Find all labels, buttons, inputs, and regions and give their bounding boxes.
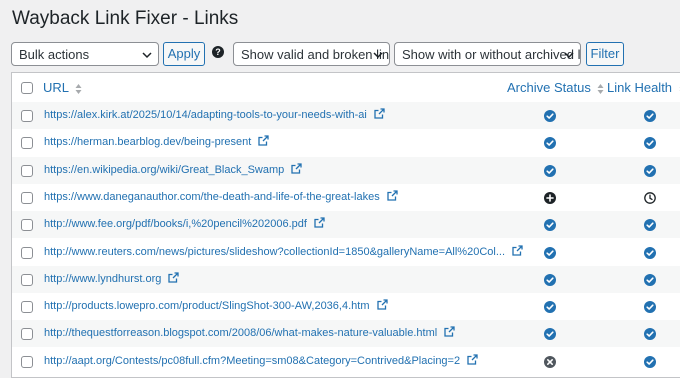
row-url-link[interactable]: http://aapt.org/Contests/pc08full.cfm?Me… xyxy=(44,354,478,369)
column-header-url-label: URL xyxy=(43,80,69,95)
link-health-check-circle-icon xyxy=(644,300,656,314)
row-checkbox[interactable] xyxy=(21,219,33,232)
archive-filter-select[interactable]: Show with or without archived link xyxy=(394,42,581,66)
table-header: URL Archive Status Link Health xyxy=(12,73,680,103)
row-url-link[interactable]: https://en.wikipedia.org/wiki/Great_Blac… xyxy=(44,162,302,178)
link-health-clock-icon xyxy=(644,191,656,204)
link-health-check-circle-icon xyxy=(644,246,656,259)
row-url-link[interactable]: https://www.daneganauthor.com/the-death-… xyxy=(44,190,398,205)
external-link-icon[interactable] xyxy=(168,272,180,283)
column-header-archive-status[interactable]: Archive Status xyxy=(507,80,604,96)
filter-button[interactable]: Filter xyxy=(586,42,624,66)
help-icon[interactable]: ? xyxy=(212,46,224,58)
row-url-text: https://herman.bearblog.dev/being-presen… xyxy=(44,136,252,149)
page-title: Wayback Link Fixer - Links xyxy=(12,8,239,29)
row-checkbox[interactable] xyxy=(21,137,33,150)
link-health-check-circle-icon xyxy=(644,164,656,177)
external-link-icon[interactable] xyxy=(291,162,302,174)
external-link-icon[interactable] xyxy=(387,190,398,201)
table-row: https://www.daneganauthor.com/the-death-… xyxy=(12,184,680,211)
row-url-link[interactable]: http://thequestforreason.blogspot.com/20… xyxy=(44,326,455,341)
table-row: http://www.reuters.com/news/pictures/sli… xyxy=(12,239,680,266)
row-url-text: http://aapt.org/Contests/pc08full.cfm?Me… xyxy=(44,354,461,367)
row-url-text: http://thequestforreason.blogspot.com/20… xyxy=(44,327,438,340)
sort-icon xyxy=(75,83,82,94)
archive-status-x-circle-icon xyxy=(544,355,556,368)
table-row: http://thequestforreason.blogspot.com/20… xyxy=(12,320,680,348)
link-health-check-circle-icon xyxy=(644,218,656,232)
row-url-text: http://products.lowepro.com/product/Slin… xyxy=(44,300,370,313)
row-url-link[interactable]: http://www.lyndhurst.org xyxy=(44,272,180,287)
table-row: https://herman.bearblog.dev/being-presen… xyxy=(12,129,680,156)
row-checkbox[interactable] xyxy=(21,110,33,122)
row-checkbox[interactable] xyxy=(21,246,33,259)
links-table: URL Archive Status Link Health https://a… xyxy=(11,72,680,378)
archive-status-check-circle-icon xyxy=(544,218,556,232)
row-url-text: http://www.lyndhurst.org xyxy=(44,272,162,285)
sort-icon xyxy=(597,83,604,94)
row-checkbox[interactable] xyxy=(21,273,33,286)
row-url-text: http://www.fee.org/pdf/books/i,%20pencil… xyxy=(44,218,307,231)
row-url-text: https://en.wikipedia.org/wiki/Great_Blac… xyxy=(44,163,285,176)
link-health-check-circle-icon xyxy=(644,355,656,368)
validity-filter-select[interactable]: Show valid and broken links xyxy=(233,42,390,66)
chevron-down-icon xyxy=(142,52,152,59)
link-health-check-circle-icon xyxy=(644,327,656,341)
row-url-link[interactable]: https://alex.kirk.at/2025/10/14/adapting… xyxy=(44,108,385,123)
archive-status-check-circle-icon xyxy=(544,246,556,259)
select-all-checkbox[interactable] xyxy=(21,82,33,94)
row-url-text: https://www.daneganauthor.com/the-death-… xyxy=(44,190,380,203)
archive-filter-value: Show with or without archived link xyxy=(402,47,581,62)
archive-status-check-circle-icon xyxy=(544,273,556,286)
table-row: http://aapt.org/Contests/pc08full.cfm?Me… xyxy=(12,348,680,375)
apply-button[interactable]: Apply xyxy=(163,42,205,66)
row-url-link[interactable]: http://products.lowepro.com/product/Slin… xyxy=(44,299,388,314)
link-health-check-circle-icon xyxy=(644,109,656,122)
archive-status-check-circle-icon xyxy=(544,109,556,122)
table-row: http://www.fee.org/pdf/books/i,%20pencil… xyxy=(12,211,680,239)
column-header-archive-status-label: Archive Status xyxy=(507,80,591,95)
validity-filter-value: Show valid and broken links xyxy=(241,47,390,62)
row-url-link[interactable]: http://www.reuters.com/news/pictures/sli… xyxy=(44,244,523,260)
external-link-icon[interactable] xyxy=(314,217,325,228)
table-row: http://www.lyndhurst.org xyxy=(12,265,680,293)
archive-status-check-circle-icon xyxy=(544,300,556,314)
column-header-link-health-label: Link Health xyxy=(607,80,673,95)
row-checkbox[interactable] xyxy=(21,191,33,204)
link-health-check-circle-icon xyxy=(644,136,656,150)
archive-status-check-circle-icon xyxy=(544,164,556,177)
table-toolbar: Bulk actions Apply ? Show valid and brok… xyxy=(0,42,680,68)
row-checkbox[interactable] xyxy=(21,355,33,368)
external-link-icon[interactable] xyxy=(444,326,455,338)
column-header-url[interactable]: URL xyxy=(43,80,82,96)
chevron-down-icon xyxy=(373,52,383,59)
bulk-actions-select[interactable]: Bulk actions xyxy=(11,42,159,66)
row-checkbox[interactable] xyxy=(21,164,33,177)
external-link-icon[interactable] xyxy=(258,135,269,146)
chevron-down-icon xyxy=(564,52,574,59)
row-url-text: http://www.reuters.com/news/pictures/sli… xyxy=(44,245,506,258)
external-link-icon[interactable] xyxy=(374,108,385,119)
link-health-check-circle-icon xyxy=(644,273,656,286)
external-link-icon[interactable] xyxy=(512,244,523,256)
archive-status-check-circle-icon xyxy=(544,327,556,341)
table-row: http://products.lowepro.com/product/Slin… xyxy=(12,293,680,320)
table-row: https://en.wikipedia.org/wiki/Great_Blac… xyxy=(12,156,680,184)
column-header-link-health[interactable]: Link Health xyxy=(607,80,680,96)
external-link-icon[interactable] xyxy=(467,354,478,365)
table-row: https://alex.kirk.at/2025/10/14/adapting… xyxy=(12,102,680,129)
bulk-actions-value: Bulk actions xyxy=(19,47,90,62)
row-url-link[interactable]: https://herman.bearblog.dev/being-presen… xyxy=(44,135,269,150)
row-checkbox[interactable] xyxy=(21,328,33,341)
row-checkbox[interactable] xyxy=(21,301,33,314)
archive-status-plus-circle-icon[interactable] xyxy=(544,191,556,204)
external-link-icon[interactable] xyxy=(376,299,388,310)
row-url-link[interactable]: http://www.fee.org/pdf/books/i,%20pencil… xyxy=(44,217,325,232)
row-url-text: https://alex.kirk.at/2025/10/14/adapting… xyxy=(44,109,367,121)
archive-status-check-circle-icon xyxy=(544,136,556,150)
